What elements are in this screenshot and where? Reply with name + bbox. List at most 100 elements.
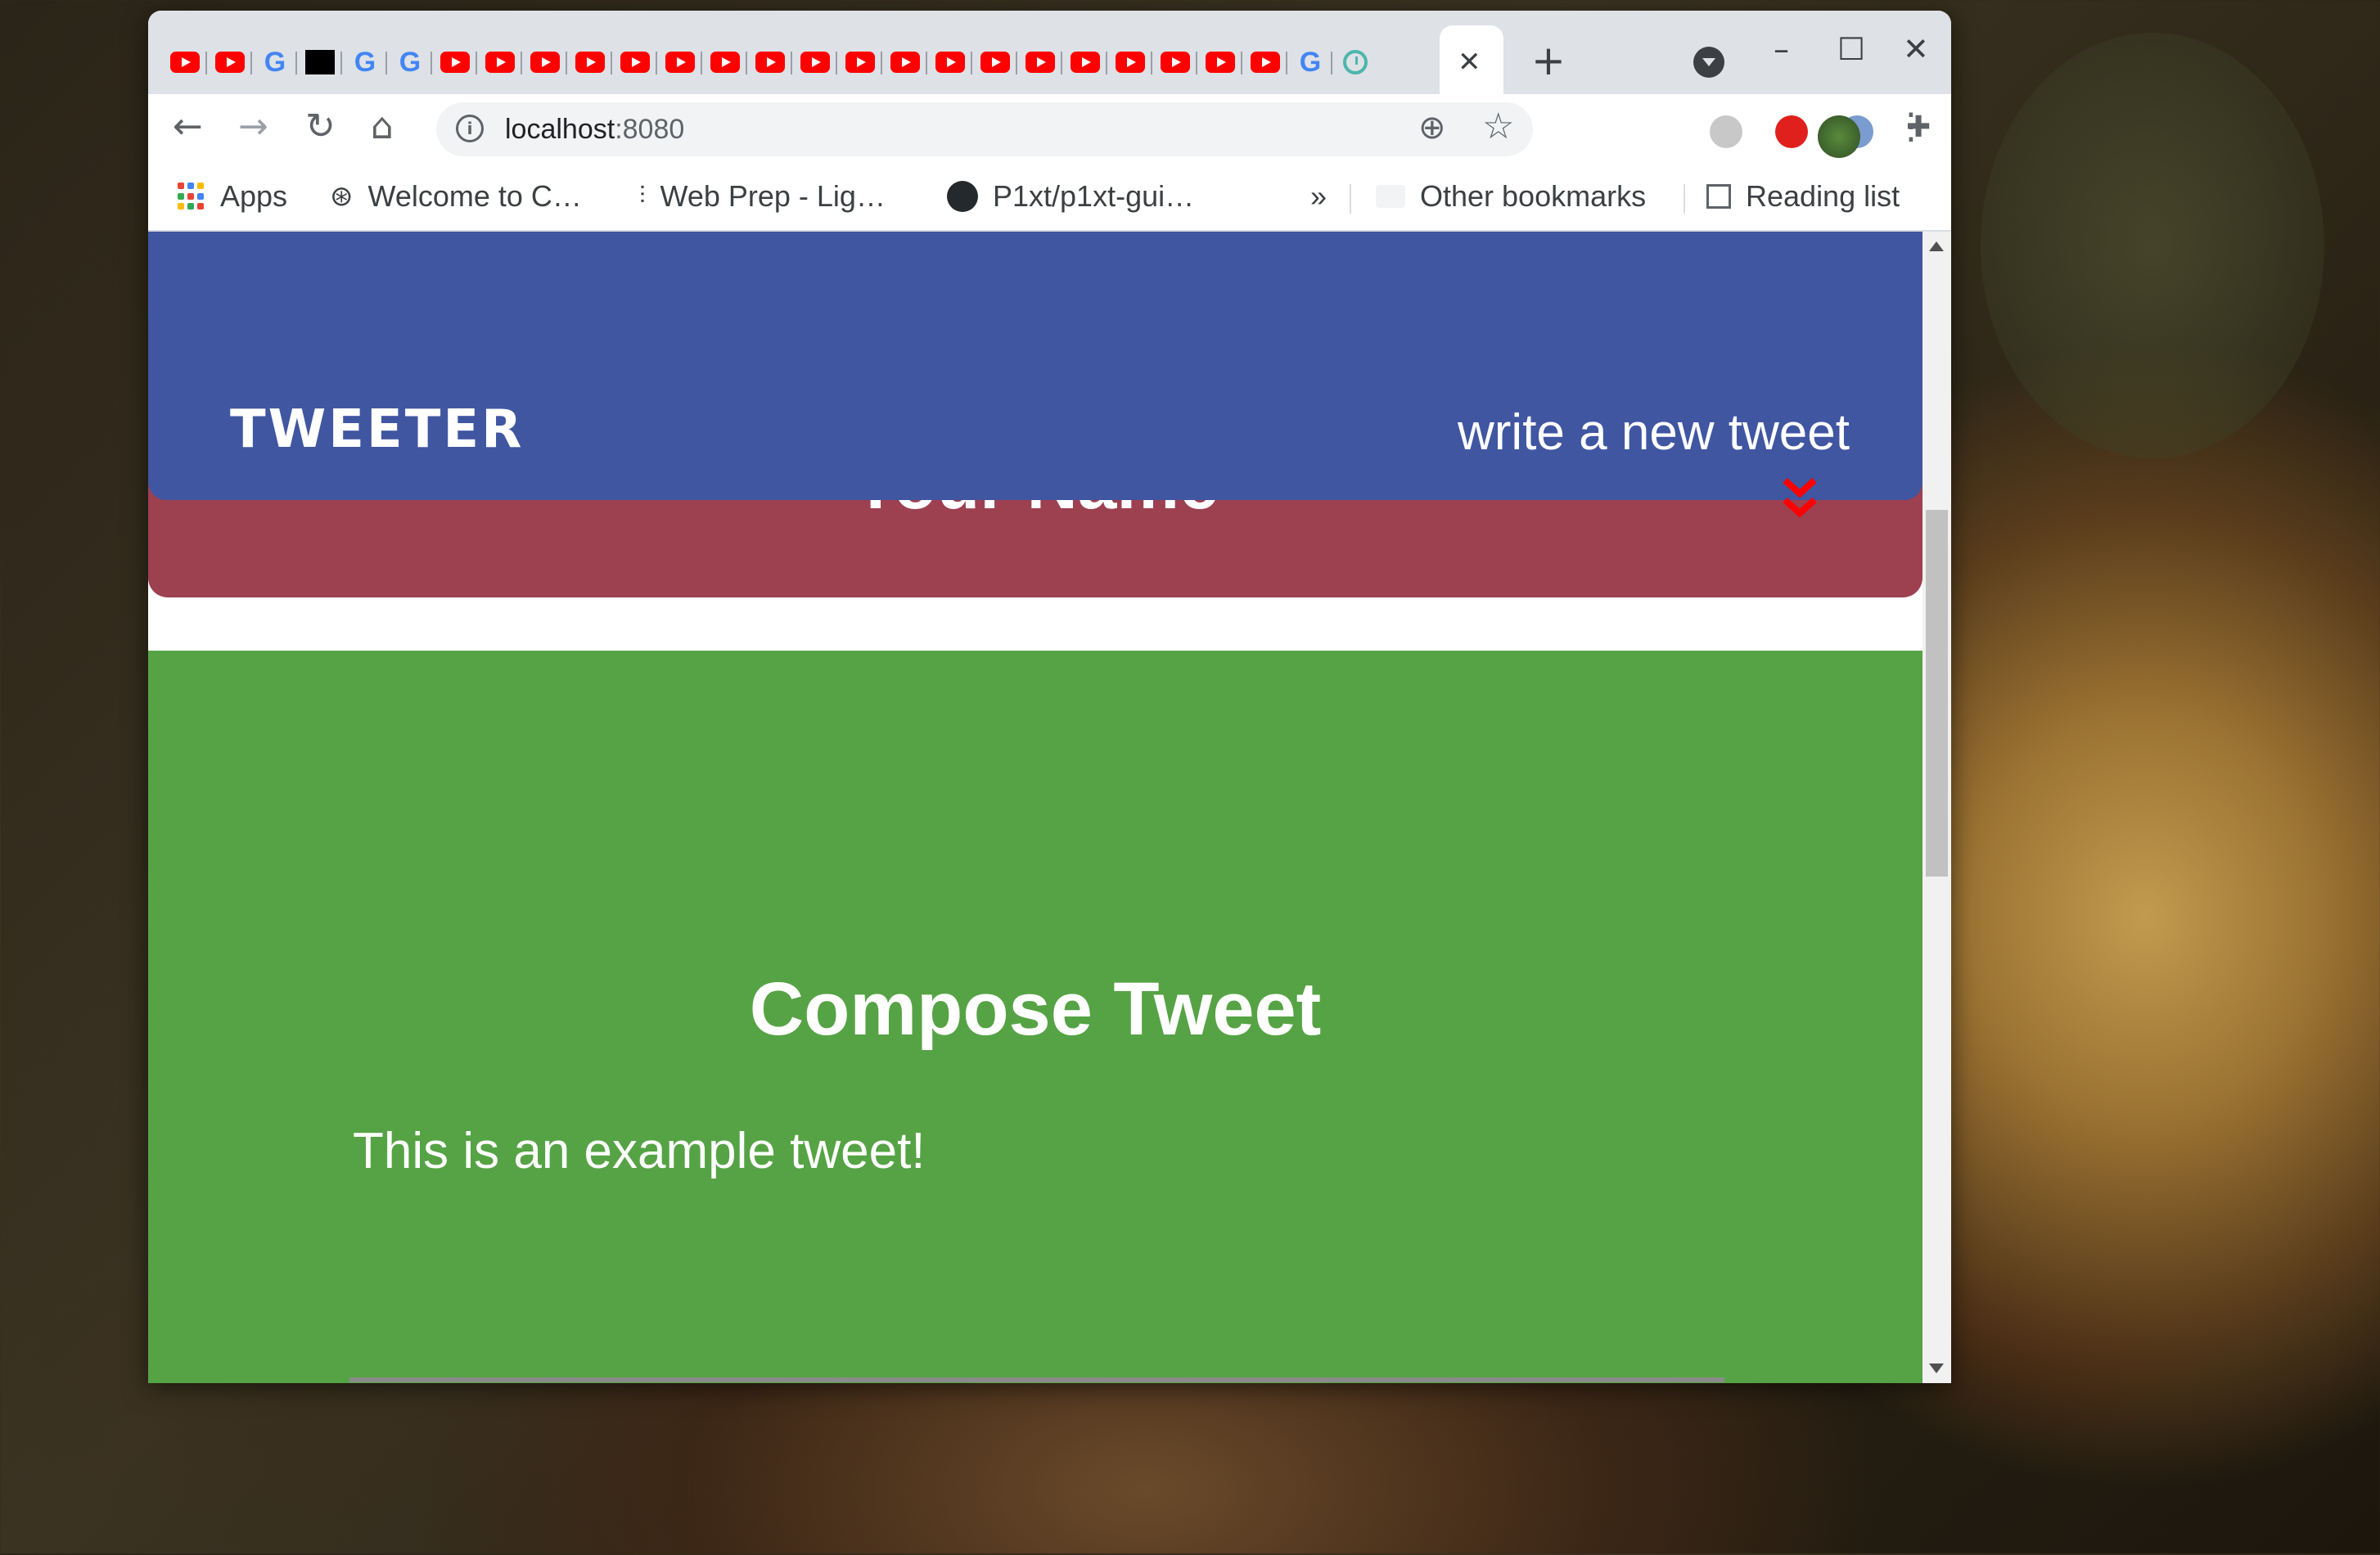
new-tab-button[interactable]: + bbox=[1531, 40, 1566, 81]
youtube-tab-icon[interactable] bbox=[575, 47, 606, 78]
back-button[interactable]: ← bbox=[173, 109, 203, 145]
tweet-textarea[interactable]: This is an example tweet! bbox=[353, 1122, 1744, 1212]
address-bar[interactable]: i localhost:8080 ⊕ ☆ bbox=[436, 102, 1533, 156]
apps-grid-icon bbox=[178, 183, 205, 210]
tab-search-icon[interactable] bbox=[1693, 47, 1724, 78]
scroll-down-arrow-icon[interactable] bbox=[1929, 1363, 1944, 1373]
youtube-tab-icon[interactable] bbox=[620, 47, 651, 78]
menu-icon[interactable]: ⋮ bbox=[1893, 109, 1929, 145]
bookmark-label: Welcome to C… bbox=[367, 179, 582, 213]
youtube-tab-icon[interactable] bbox=[710, 47, 741, 78]
tab-separator bbox=[971, 52, 972, 74]
tab-separator bbox=[521, 52, 522, 74]
youtube-tab-icon[interactable] bbox=[485, 47, 516, 78]
tab-separator bbox=[566, 52, 567, 74]
double-chevron-down-icon[interactable] bbox=[1782, 476, 1818, 521]
tab-separator bbox=[836, 52, 837, 74]
youtube-tab-icon[interactable] bbox=[1115, 47, 1146, 78]
tab-separator bbox=[1016, 52, 1017, 74]
bookmark-web-prep[interactable]: ⫶ Web Prep - Lig… bbox=[639, 179, 886, 214]
youtube-tab-icon[interactable] bbox=[1205, 47, 1236, 78]
youtube-tab-icon[interactable] bbox=[530, 47, 561, 78]
home-button[interactable]: ⌂ bbox=[371, 109, 394, 145]
forward-button[interactable]: → bbox=[238, 109, 268, 145]
youtube-tab-icon[interactable] bbox=[845, 47, 876, 78]
brand-logo[interactable]: TWEETER bbox=[230, 399, 524, 460]
google-tab-icon[interactable]: G bbox=[259, 47, 291, 78]
tab-separator bbox=[250, 52, 252, 74]
scrollbar-thumb[interactable] bbox=[1926, 510, 1948, 877]
tab-separator bbox=[791, 52, 792, 74]
scroll-up-arrow-icon[interactable] bbox=[1929, 241, 1944, 251]
browser-window: ✕ + – ☐ ✕ GGGG ← → ↻ ⌂ i localhost:8080 … bbox=[148, 11, 1951, 1383]
youtube-tab-icon[interactable] bbox=[800, 47, 831, 78]
tab-strip: ✕ + – ☐ ✕ GGGG bbox=[148, 11, 1951, 94]
bookmark-github[interactable]: P1xt/p1xt-gui… bbox=[947, 179, 1194, 214]
browser-toolbar: ← → ↻ ⌂ i localhost:8080 ⊕ ☆ ✚ bbox=[148, 94, 1951, 163]
tab-separator bbox=[430, 52, 432, 74]
bookmark-divider bbox=[1684, 184, 1685, 214]
bookmarks-overflow-button[interactable]: » bbox=[1310, 179, 1327, 214]
tab-separator bbox=[1151, 52, 1152, 74]
page-scrollbar[interactable] bbox=[1922, 232, 1951, 1383]
google-tab-icon[interactable]: G bbox=[394, 47, 426, 78]
tab-separator bbox=[205, 52, 207, 74]
youtube-tab-icon[interactable] bbox=[439, 47, 471, 78]
tab-separator bbox=[340, 52, 342, 74]
bookmark-divider bbox=[1350, 184, 1351, 214]
bookmark-label: Apps bbox=[220, 179, 288, 213]
bookmark-label: Web Prep - Lig… bbox=[660, 179, 886, 213]
bookmark-star-icon[interactable]: ☆ bbox=[1482, 106, 1514, 147]
bookmark-label: Reading list bbox=[1746, 179, 1900, 213]
close-tab-icon[interactable]: ✕ bbox=[1458, 48, 1481, 76]
zoom-icon[interactable]: ⊕ bbox=[1418, 109, 1446, 146]
youtube-tab-icon[interactable] bbox=[1025, 47, 1056, 78]
tab-separator bbox=[926, 52, 927, 74]
site-info-icon[interactable]: i bbox=[456, 115, 484, 142]
youtube-tab-icon[interactable] bbox=[665, 47, 696, 78]
profile-avatar[interactable] bbox=[1818, 115, 1860, 158]
tab-separator bbox=[476, 52, 477, 74]
lighthouse-icon: ⫶ bbox=[639, 183, 646, 210]
tab-separator bbox=[881, 52, 882, 74]
youtube-tab-icon[interactable] bbox=[980, 47, 1011, 78]
adblock-extension-icon[interactable] bbox=[1775, 115, 1808, 148]
youtube-tab-icon[interactable] bbox=[935, 47, 966, 78]
compass-icon: ⊛ bbox=[330, 181, 354, 212]
youtube-tab-icon[interactable] bbox=[1160, 47, 1191, 78]
close-window-button[interactable]: ✕ bbox=[1903, 34, 1929, 65]
top-nav: TWEETER write a new tweet bbox=[148, 232, 1922, 500]
youtube-tab-icon[interactable] bbox=[214, 47, 246, 78]
clock-tab-icon[interactable] bbox=[1340, 47, 1371, 78]
tab-separator bbox=[656, 52, 657, 74]
black-logo-tab-icon[interactable] bbox=[304, 47, 336, 78]
compose-tweet-title: Compose Tweet bbox=[749, 967, 1322, 1051]
reload-button[interactable]: ↻ bbox=[305, 109, 336, 145]
reading-list-button[interactable]: Reading list bbox=[1706, 179, 1900, 214]
tab-separator bbox=[1286, 52, 1287, 74]
google-tab-icon[interactable]: G bbox=[1295, 47, 1326, 78]
youtube-tab-icon[interactable] bbox=[755, 47, 786, 78]
bookmark-apps[interactable]: Apps bbox=[178, 179, 287, 214]
maximize-button[interactable]: ☐ bbox=[1837, 34, 1865, 65]
minimize-button[interactable]: – bbox=[1774, 34, 1789, 65]
bookmark-label: Other bookmarks bbox=[1420, 179, 1647, 213]
bookmarks-bar: Apps ⊛ Welcome to C… ⫶ Web Prep - Lig… P… bbox=[148, 163, 1951, 232]
bookmark-welcome[interactable]: ⊛ Welcome to C… bbox=[330, 179, 582, 214]
reading-list-icon bbox=[1706, 184, 1731, 209]
tab-separator bbox=[1196, 52, 1197, 74]
write-new-tweet-link[interactable]: write a new tweet bbox=[1458, 403, 1916, 462]
tab-separator bbox=[611, 52, 612, 74]
youtube-tab-icon[interactable] bbox=[1070, 47, 1101, 78]
extension-grey-icon[interactable] bbox=[1710, 115, 1742, 148]
google-tab-icon[interactable]: G bbox=[349, 47, 381, 78]
wallpaper-leaf bbox=[1981, 33, 2324, 458]
bookmark-other[interactable]: Other bookmarks bbox=[1376, 179, 1646, 214]
youtube-tab-icon[interactable] bbox=[169, 47, 201, 78]
tab-separator bbox=[1331, 52, 1332, 74]
youtube-tab-icon[interactable] bbox=[1250, 47, 1281, 78]
url-text[interactable]: localhost:8080 bbox=[505, 114, 684, 146]
tab-separator bbox=[1106, 52, 1107, 74]
youtube-tab-icon[interactable] bbox=[890, 47, 921, 78]
page-viewport: Your Name TWEETER write a new tweet Comp… bbox=[148, 232, 1922, 1383]
